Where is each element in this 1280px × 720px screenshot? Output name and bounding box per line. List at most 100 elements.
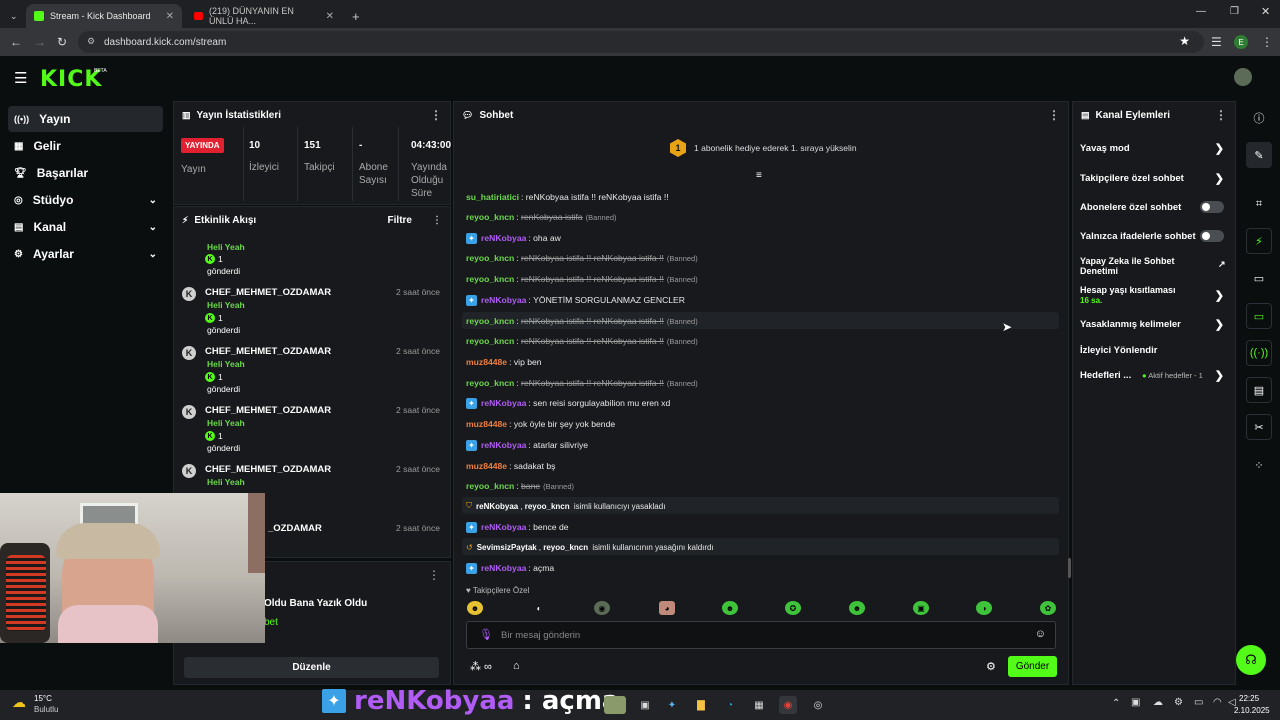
broadcast-icon[interactable]: ((·)) [1246,340,1272,366]
edge-icon[interactable]: ◔ [721,696,739,714]
sidebar-item-yayin[interactable]: ((•)) Yayın [8,106,163,132]
url-field[interactable]: ⚙ dashboard.kick.com/stream ★ [78,31,1204,53]
close-window-icon[interactable]: ✕ [1261,5,1270,18]
pinned-collapse-icon[interactable]: ≡ [756,170,762,181]
tray-display-icon[interactable]: ▭ [1194,697,1203,708]
emoji-picker-icon[interactable]: ☺ [1035,628,1046,640]
more-icon[interactable]: ⋮ [432,215,442,226]
chrome-icon[interactable]: ◉ [779,696,797,714]
event-user[interactable]: CHEF_MEHMET_OZDAMAR [205,287,331,298]
action-followers-only[interactable]: Takipçilere özel sohbet ❯ [1080,173,1230,185]
minimize-icon[interactable]: — [1196,6,1206,17]
user-avatar[interactable] [1234,68,1252,86]
chat-settings-icon[interactable]: ⚙ [986,660,996,673]
emote-button[interactable]: ☻ [722,601,738,615]
info-icon[interactable]: ⓘ [1246,105,1272,131]
sidebar-item-basarilar[interactable]: 🏆︎ Başarılar [8,160,163,186]
sidebar-item-ayarlar[interactable]: ⚙ Ayarlar ⌄ [8,241,163,267]
back-icon[interactable]: ← [10,35,22,49]
action-goals[interactable]: Hedefleri ... ● Aktif hedefler - 1 ❯ [1080,370,1230,382]
store-icon[interactable]: ▦ [750,696,768,714]
crop-icon[interactable]: ⌗ [1246,191,1272,217]
tray-chevron-up-icon[interactable]: ⌃ [1112,698,1120,709]
forward-icon[interactable]: → [34,35,46,49]
reading-list-icon[interactable]: ☰ [1211,35,1222,49]
action-raid-viewers[interactable]: İzleyici Yönlendir [1080,345,1230,356]
store-icon[interactable]: ⌂ [513,660,520,672]
wifi-icon[interactable]: ◠ [1213,697,1222,708]
microphone-icon[interactable]: 🎙︎ [479,628,493,641]
taskbar-app-icon[interactable] [604,696,626,714]
site-info-icon[interactable]: ⚙ [87,36,95,47]
bookmark-star-icon[interactable]: ★ [1179,34,1190,48]
clock-time[interactable]: 22:25 [1239,694,1259,703]
chat-username[interactable]: reNKobyaa [481,522,526,532]
chat-username[interactable]: su_hatiriatici [466,192,519,202]
emote-button[interactable]: ☻ [467,601,483,615]
action-subscribers-only[interactable]: Abonelere özel sohbet [1080,201,1230,213]
points-icon[interactable]: ⁂ ∞ [470,660,492,673]
action-ai-moderation[interactable]: Yapay Zeka ile Sohbet Denetimi ↗ [1080,256,1226,276]
chat-username[interactable]: reNKobyaa [481,295,526,305]
emote-button[interactable]: ◉ [594,601,610,615]
hamburger-menu-icon[interactable]: ☰ [14,69,27,87]
emote-button[interactable]: ◑ [976,601,992,615]
chat-username[interactable]: reyoo_kncn [466,212,514,222]
more-icon[interactable]: ⋮ [428,568,440,582]
record-icon[interactable]: ◎ [809,696,827,714]
chat-username[interactable]: reNKobyaa [481,563,526,573]
chat-username[interactable]: reNKobyaa [481,233,526,243]
chat-input[interactable]: 🎙︎ Bir mesaj gönderin ☺ [466,621,1056,649]
chat-scrollbar[interactable] [1068,558,1071,578]
chat-username[interactable]: reyoo_kncn [466,316,514,326]
emote-button[interactable]: ✿ [1040,601,1056,615]
tray-gear-icon[interactable]: ⚙ [1174,697,1183,708]
chat-username[interactable]: reyoo_kncn [466,378,514,388]
action-slow-mode[interactable]: Yavaş mod ❯ [1080,143,1230,155]
action-banned-words[interactable]: Yasaklanmış kelimeler ❯ [1080,319,1230,331]
filter-button[interactable]: Filtre [388,215,412,226]
chat-username[interactable]: reyoo_kncn [466,253,514,263]
event-user[interactable]: _OZDAMAR [268,523,322,534]
event-user[interactable]: CHEF_MEHMET_OZDAMAR [205,405,331,416]
tray-app-icon[interactable]: ▣ [1131,697,1140,708]
event-user[interactable]: CHEF_MEHMET_OZDAMAR [205,346,331,357]
chat-username[interactable]: muz8448e [466,419,507,429]
sidebar-item-kanal[interactable]: ▤ Kanal ⌄ [8,214,163,240]
chat-username[interactable]: reNKobyaa [481,398,526,408]
more-icon[interactable]: ⋮ [1215,108,1227,122]
chat-username[interactable]: reyoo_kncn [466,274,514,284]
browser-menu-icon[interactable]: ⋮ [1261,35,1273,49]
subscribers-only-toggle[interactable] [1200,201,1224,213]
tab-kick-dashboard[interactable]: Stream - Kick Dashboard ✕ [26,4,182,28]
chat-username[interactable]: reNKobyaa [481,440,526,450]
sidebar-item-gelir[interactable]: ▦ Gelir [8,133,163,159]
emotes-only-toggle[interactable] [1200,230,1224,242]
send-button[interactable]: Gönder [1008,656,1057,677]
event-user[interactable]: CHEF_MEHMET_OZDAMAR [205,464,331,475]
tray-cloud-icon[interactable]: ☁ [1153,697,1163,708]
file-explorer-icon[interactable]: ▇ [692,696,710,714]
emote-button[interactable]: ▣ [913,601,929,615]
action-emotes-only[interactable]: Yalnızca ifadelerle sohbet [1080,230,1230,242]
tab-list-button[interactable]: ⌄ [2,4,22,28]
edit-pencil-icon[interactable]: ✎ [1246,142,1272,168]
maximize-icon[interactable]: ❐ [1230,6,1239,17]
chat-username[interactable]: reyoo_kncn [466,481,514,491]
action-account-age[interactable]: Hesap yaşı kısıtlaması ❯ 16 sa. [1080,285,1230,305]
task-view-icon[interactable]: ▣ [636,696,654,714]
profile-avatar[interactable]: E [1234,35,1248,49]
bolt-icon[interactable]: ⚡︎ [1246,228,1272,254]
chat-username[interactable]: muz8448e [466,461,507,471]
chat-icon[interactable]: ▭ [1246,303,1272,329]
emote-button[interactable]: ◐ [531,601,547,615]
more-icon[interactable]: ⋮ [1048,108,1060,122]
document-icon[interactable]: ▭ [1246,265,1272,291]
edit-button[interactable]: Düzenle [184,657,439,678]
tab-youtube[interactable]: (219) DÜNYANIN EN ÜNLÜ HA... ✕ [186,4,342,28]
gift-banner[interactable]: 1 1 abonelik hediye ederek 1. sıraya yük… [454,127,1068,169]
new-tab-button[interactable]: + [344,4,364,28]
reload-icon[interactable]: ↻ [57,35,67,49]
sidebar-item-studyo[interactable]: ◎ Stüdyo ⌄ [8,187,163,213]
chat-username[interactable]: reyoo_kncn [466,336,514,346]
